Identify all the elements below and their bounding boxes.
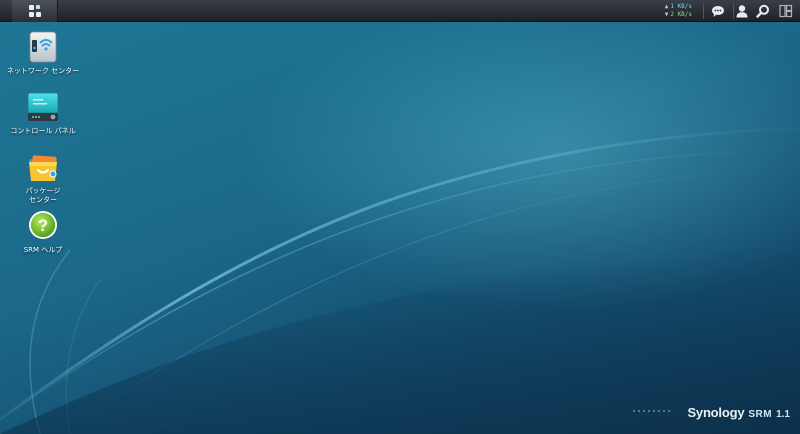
desktop-shortcut-network-center[interactable]: ネットワーク センター [3, 30, 83, 76]
widgets-icon [779, 4, 793, 18]
network-traffic-monitor[interactable]: ▲ 1 KB/s ▼ 2 KB/s [665, 3, 692, 19]
svg-text:?: ? [38, 216, 48, 235]
user-icon [736, 5, 748, 18]
tray-divider [703, 3, 704, 19]
brand-logo: Synology [687, 405, 745, 420]
desktop-shortcut-control-panel[interactable]: コントロール パネル [3, 90, 83, 136]
package-center-icon [26, 150, 60, 184]
download-rate: 2 KB/s [670, 11, 692, 18]
control-panel-icon [26, 90, 60, 124]
search-icon [756, 4, 769, 18]
search-button[interactable] [755, 3, 771, 19]
desktop-shortcut-label: ネットワーク センター [6, 67, 80, 75]
desktop-shortcut-label: パッケージ センター [25, 187, 61, 204]
widgets-button[interactable] [778, 3, 794, 19]
chat-icon [712, 5, 724, 17]
main-menu-button[interactable] [12, 0, 58, 22]
network-center-icon [26, 30, 60, 64]
brand-watermark: Synology SRM 1.1 [687, 405, 790, 420]
taskbar: ▲ 1 KB/s ▼ 2 KB/s [0, 0, 800, 22]
help-icon: ? [26, 209, 60, 243]
desktop-shortcut-srm-help[interactable]: ? SRM ヘルプ [3, 209, 83, 255]
brand-version: 1.1 [776, 409, 790, 420]
desktop-shortcut-label: SRM ヘルプ [23, 246, 63, 254]
user-options-button[interactable] [734, 3, 750, 19]
download-arrow-icon: ▼ [664, 11, 669, 18]
grid-icon [28, 5, 41, 17]
desktop-shortcut-label: コントロール パネル [10, 127, 76, 135]
desktop-shortcut-package-center[interactable]: パッケージ センター [3, 150, 83, 205]
brand-product: SRM [748, 409, 773, 420]
wallpaper-swoosh [0, 126, 800, 434]
upload-rate: 1 KB/s [670, 3, 692, 10]
brand-decoration-dots [633, 410, 670, 412]
notifications-button[interactable] [710, 3, 726, 19]
upload-arrow-icon: ▲ [664, 3, 669, 10]
